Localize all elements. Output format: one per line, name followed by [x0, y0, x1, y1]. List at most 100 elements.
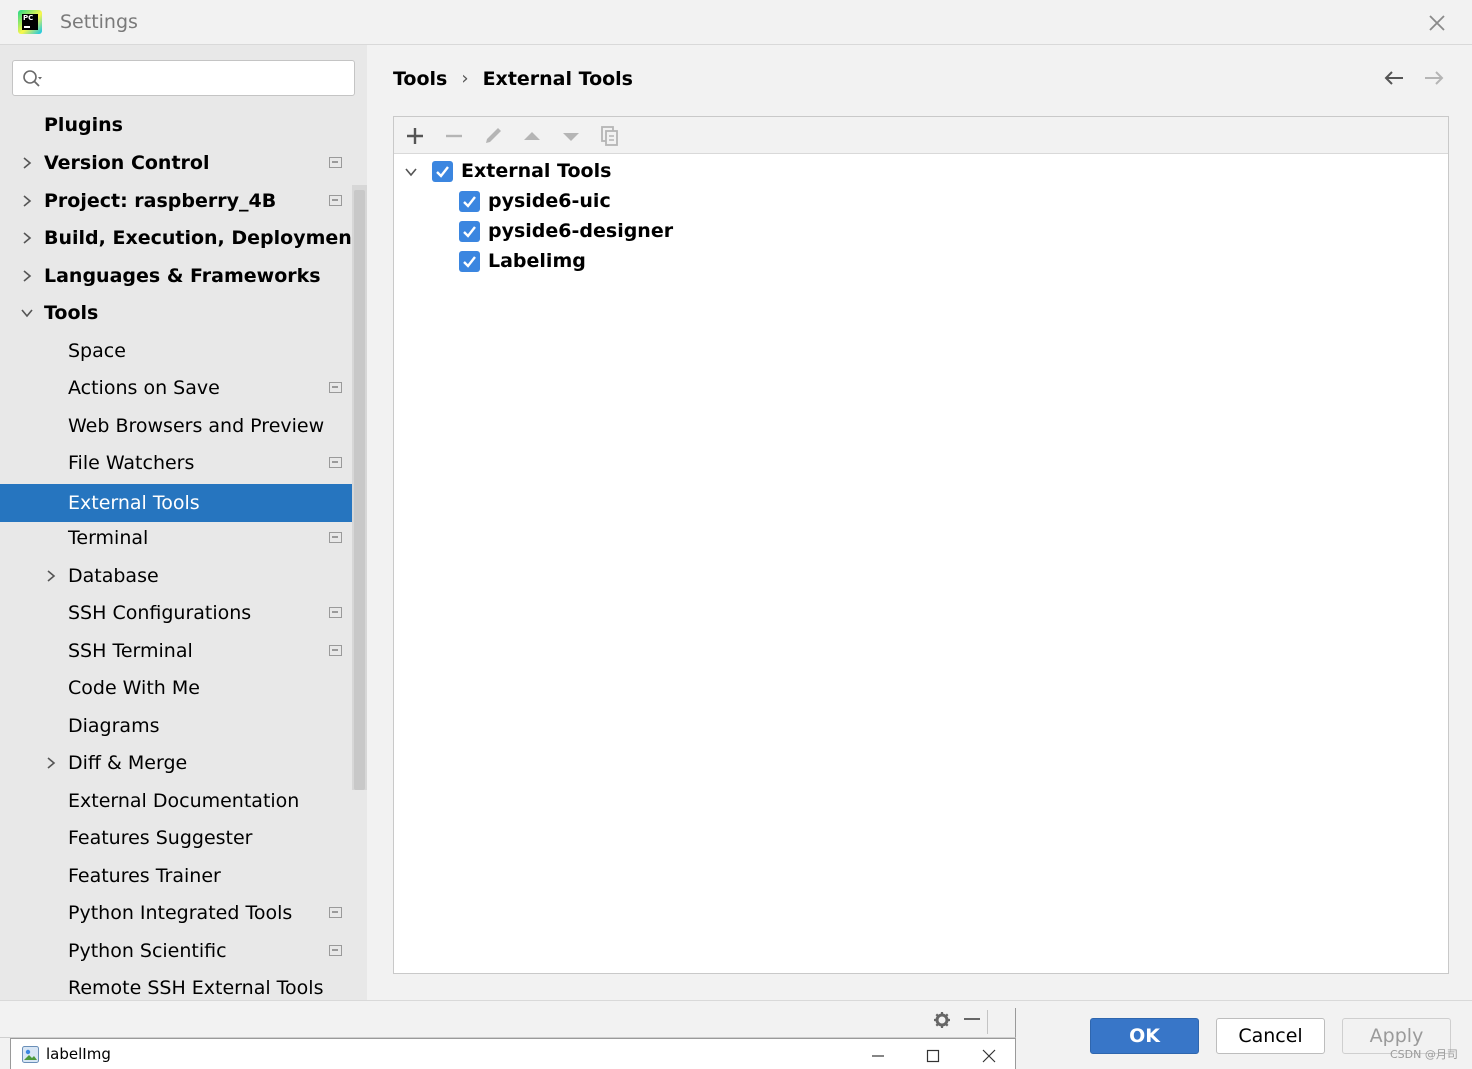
chevron-right-icon[interactable] — [44, 756, 58, 770]
sidebar-item-languages-frameworks[interactable]: Languages & Frameworks — [0, 257, 367, 295]
sidebar-item-label: Remote SSH External Tools — [68, 977, 324, 999]
sidebar-item-label: Diff & Merge — [68, 752, 188, 774]
project-level-icon — [329, 195, 342, 206]
sidebar-item-web-browsers[interactable]: Web Browsers and Preview — [0, 407, 367, 445]
edit-tool-button[interactable] — [480, 123, 506, 149]
pencil-icon — [486, 128, 501, 143]
tool-window-header — [0, 1008, 1016, 1038]
tool-checkbox[interactable] — [459, 251, 480, 272]
sidebar-item-project[interactable]: Project: raspberry_4B — [0, 182, 367, 220]
sidebar-item-label: SSH Terminal — [68, 640, 193, 662]
breadcrumb: Tools › External Tools — [393, 67, 633, 90]
chevron-right-icon[interactable] — [20, 156, 34, 170]
ok-button[interactable]: OK — [1090, 1018, 1199, 1054]
copy-tool-button[interactable] — [597, 123, 623, 149]
project-level-icon — [329, 457, 342, 468]
project-level-icon — [329, 532, 342, 543]
sidebar-item-label: Tools — [44, 302, 99, 324]
minimize-button[interactable] — [853, 1039, 903, 1069]
project-level-icon — [329, 157, 342, 168]
sidebar-scrollbar-thumb[interactable] — [354, 190, 365, 790]
chevron-right-icon[interactable] — [20, 194, 34, 208]
arrow-left-icon — [1384, 71, 1403, 85]
sidebar-item-label: Python Scientific — [68, 940, 227, 962]
sidebar-item-diagrams[interactable]: Diagrams — [0, 707, 367, 745]
close-icon — [982, 1049, 996, 1063]
hide-panel-button[interactable] — [964, 1018, 980, 1020]
tree-item-tool[interactable]: Labelimg — [402, 246, 802, 276]
add-tool-button[interactable] — [402, 123, 428, 149]
chevron-right-icon[interactable] — [20, 231, 34, 245]
labelimg-window: labelImg — [10, 1038, 1016, 1069]
sidebar-item-external-documentation[interactable]: External Documentation — [0, 782, 367, 820]
sidebar-item-ssh-configurations[interactable]: SSH Configurations — [0, 594, 367, 632]
triangle-up-icon — [524, 132, 540, 140]
search-box[interactable] — [12, 60, 355, 96]
cancel-button[interactable]: Cancel — [1216, 1018, 1325, 1054]
tool-checkbox[interactable] — [459, 191, 480, 212]
sidebar-item-label: Features Trainer — [68, 865, 221, 887]
chevron-down-icon[interactable] — [20, 306, 34, 320]
tool-checkbox[interactable] — [459, 221, 480, 242]
sidebar-item-actions-on-save[interactable]: Actions on Save — [0, 369, 367, 407]
external-tools-panel: External Tools pyside6-uic pyside6-desig… — [393, 116, 1449, 974]
sidebar-item-label: Space — [68, 340, 126, 362]
sidebar-item-build-execution-deployment[interactable]: Build, Execution, Deployment — [0, 219, 367, 257]
breadcrumb-separator: › — [461, 68, 469, 89]
maximize-button[interactable] — [908, 1039, 958, 1069]
labelimg-window-title: labelImg — [46, 1045, 111, 1063]
sidebar-item-code-with-me[interactable]: Code With Me — [0, 669, 367, 707]
sidebar-item-tools[interactable]: Tools — [0, 294, 367, 332]
tree-item-tool[interactable]: pyside6-uic — [402, 186, 802, 216]
sidebar-item-external-tools[interactable]: External Tools — [0, 484, 367, 522]
back-button[interactable] — [1382, 67, 1406, 89]
tool-label: pyside6-designer — [488, 220, 674, 242]
chevron-right-icon[interactable] — [20, 269, 34, 283]
window-title: Settings — [60, 11, 138, 33]
sidebar-item-features-suggester[interactable]: Features Suggester — [0, 819, 367, 857]
check-icon — [463, 196, 476, 208]
sidebar-item-ssh-terminal[interactable]: SSH Terminal — [0, 632, 367, 670]
sidebar-item-label: External Documentation — [68, 790, 300, 812]
sidebar-item-diff-merge[interactable]: Diff & Merge — [0, 744, 367, 782]
sidebar-item-label: External Tools — [68, 492, 200, 514]
gear-icon[interactable] — [932, 1010, 952, 1030]
main-content: Tools › External Tools External Tools py… — [367, 45, 1472, 1000]
project-level-icon — [329, 945, 342, 956]
title-bar: PC Settings — [0, 0, 1472, 45]
sidebar-item-label: Actions on Save — [68, 377, 220, 399]
move-down-button[interactable] — [558, 123, 584, 149]
move-up-button[interactable] — [519, 123, 545, 149]
sidebar-item-label: Languages & Frameworks — [44, 265, 321, 287]
chevron-right-icon[interactable] — [44, 569, 58, 583]
sidebar-item-plugins[interactable]: Plugins — [0, 106, 367, 144]
tree-group-external-tools[interactable]: External Tools — [402, 156, 802, 186]
chevron-down-icon[interactable] — [404, 165, 418, 179]
group-checkbox[interactable] — [432, 161, 453, 182]
tree-item-tool[interactable]: pyside6-designer — [402, 216, 802, 246]
sidebar-item-python-integrated-tools[interactable]: Python Integrated Tools — [0, 894, 367, 932]
sidebar-item-version-control[interactable]: Version Control — [0, 144, 367, 182]
search-input[interactable] — [49, 66, 349, 90]
check-icon — [463, 226, 476, 238]
tree-group-label: External Tools — [461, 160, 612, 182]
sidebar-item-database[interactable]: Database — [0, 557, 367, 595]
sidebar-item-python-scientific[interactable]: Python Scientific — [0, 932, 367, 970]
breadcrumb-parent[interactable]: Tools — [393, 68, 447, 90]
close-window-button[interactable] — [1426, 12, 1448, 34]
close-labelimg-button[interactable] — [964, 1039, 1014, 1069]
triangle-down-icon — [563, 133, 579, 141]
settings-sidebar: Plugins Version Control Project: raspber… — [0, 45, 367, 1000]
sidebar-item-label: Version Control — [44, 152, 210, 174]
forward-button[interactable] — [1422, 67, 1446, 89]
remove-tool-button[interactable] — [441, 123, 467, 149]
sidebar-item-terminal[interactable]: Terminal — [0, 519, 367, 557]
sidebar-item-remote-ssh-external-tools[interactable]: Remote SSH External Tools — [0, 969, 367, 1000]
sidebar-item-label: Build, Execution, Deployment — [44, 227, 361, 249]
sidebar-item-features-trainer[interactable]: Features Trainer — [0, 857, 367, 895]
sidebar-item-file-watchers[interactable]: File Watchers — [0, 444, 367, 482]
labelimg-app-icon — [22, 1046, 39, 1063]
sidebar-item-space[interactable]: Space — [0, 332, 367, 370]
tools-toolbar — [394, 117, 1448, 154]
maximize-icon — [926, 1049, 940, 1063]
